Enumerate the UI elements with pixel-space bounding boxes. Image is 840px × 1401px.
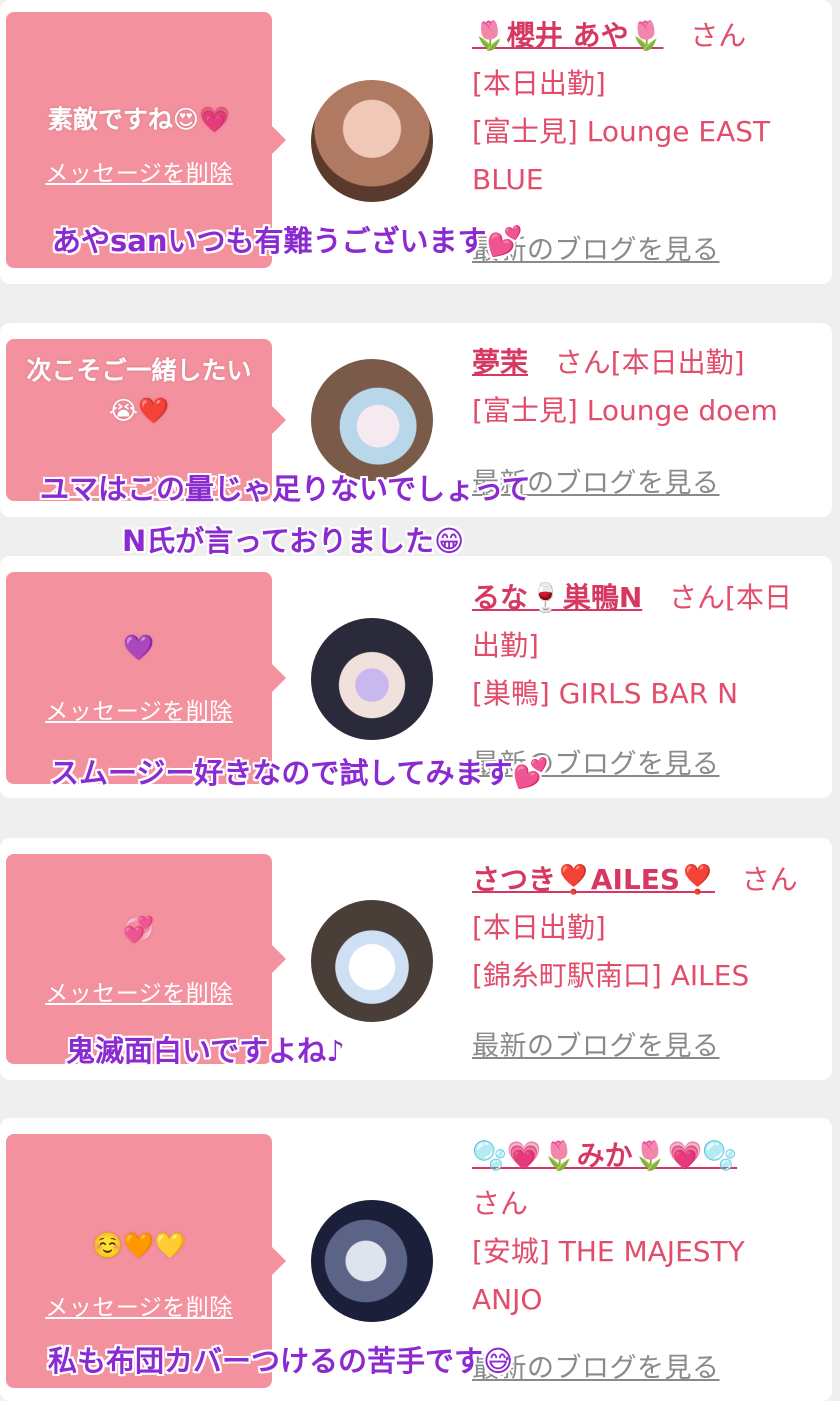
cast-name-link[interactable]: 🫧💗🌷みか🌷💗🫧 bbox=[472, 1139, 737, 1172]
honorific: さん bbox=[690, 19, 747, 52]
overlay-caption-line2: N氏が言っておりました😁 bbox=[122, 524, 465, 558]
overlay-caption: あやsanいつも有難うございます💕 bbox=[52, 224, 523, 258]
delete-message-link[interactable]: メッセージを削除 bbox=[6, 1288, 272, 1322]
store-text: [巣鴨] GIRLS BAR N bbox=[472, 677, 739, 710]
honorific: さん bbox=[472, 1187, 529, 1220]
honorific: さん bbox=[554, 346, 611, 379]
overlay-caption-line1: ユマはこの量じゃ足りないでしょって bbox=[40, 472, 531, 506]
message-text: 素敵ですね😍💗 bbox=[47, 105, 231, 134]
delete-message-link[interactable]: メッセージを削除 bbox=[6, 154, 272, 188]
honorific: さん bbox=[741, 863, 798, 896]
cast-name-link[interactable]: るな🍷巣鴨N bbox=[472, 581, 642, 614]
cast-info: るな🍷巣鴨N さん[本日出勤] [巣鴨] GIRLS BAR N bbox=[472, 574, 812, 718]
honorific: さん bbox=[669, 581, 726, 614]
delete-message-link[interactable]: メッセージを削除 bbox=[6, 974, 272, 1008]
message-text: 次こそご一緒したい😭❤️ bbox=[26, 356, 252, 425]
cast-name-link[interactable]: さつき❣️AILES❣️ bbox=[472, 863, 715, 896]
store-text: [錦糸町駅南口] AILES bbox=[472, 959, 750, 992]
avatar[interactable] bbox=[311, 618, 433, 740]
cast-info: 🌷櫻井 あや🌷 さん [本日出勤] [富士見] Lounge EAST BLUE bbox=[472, 12, 812, 204]
message-text: 💜 bbox=[123, 633, 155, 662]
store-text: [富士見] Lounge EAST BLUE bbox=[472, 115, 771, 196]
overlay-caption: 鬼滅面白いですよね♪ bbox=[66, 1034, 345, 1068]
avatar[interactable] bbox=[311, 900, 433, 1022]
status-text: [本日出勤] bbox=[610, 346, 745, 379]
cast-name-link[interactable]: 🌷櫻井 あや🌷 bbox=[472, 19, 663, 52]
latest-blog-link[interactable]: 最新のブログを見る bbox=[472, 1024, 720, 1063]
status-text: [本日出勤] bbox=[472, 67, 606, 100]
overlay-caption: 私も布団カバーつけるの苦手です😅 bbox=[48, 1344, 514, 1378]
store-text: [富士見] Lounge doem bbox=[472, 394, 778, 427]
avatar[interactable] bbox=[311, 80, 433, 202]
delete-message-link[interactable]: メッセージを削除 bbox=[6, 692, 272, 726]
overlay-caption: スムージー好きなので試してみます💕 bbox=[50, 756, 549, 790]
cast-name-link[interactable]: 夢茉 bbox=[472, 346, 528, 379]
cast-info: さつき❣️AILES❣️ さん [本日出勤] [錦糸町駅南口] AILES bbox=[472, 856, 812, 1000]
avatar[interactable] bbox=[311, 359, 433, 481]
store-text: [安城] THE MAJESTY ANJO bbox=[472, 1235, 745, 1316]
status-text: [本日出勤] bbox=[472, 911, 606, 944]
cast-info: 🫧💗🌷みか🌷💗🫧 さん [安城] THE MAJESTY ANJO bbox=[472, 1132, 812, 1324]
message-text: ☺️🧡💛 bbox=[92, 1231, 186, 1260]
cast-info: 夢茉 さん[本日出勤] [富士見] Lounge doem bbox=[472, 339, 812, 435]
message-text: 💞 bbox=[123, 915, 155, 944]
avatar[interactable] bbox=[311, 1200, 433, 1322]
